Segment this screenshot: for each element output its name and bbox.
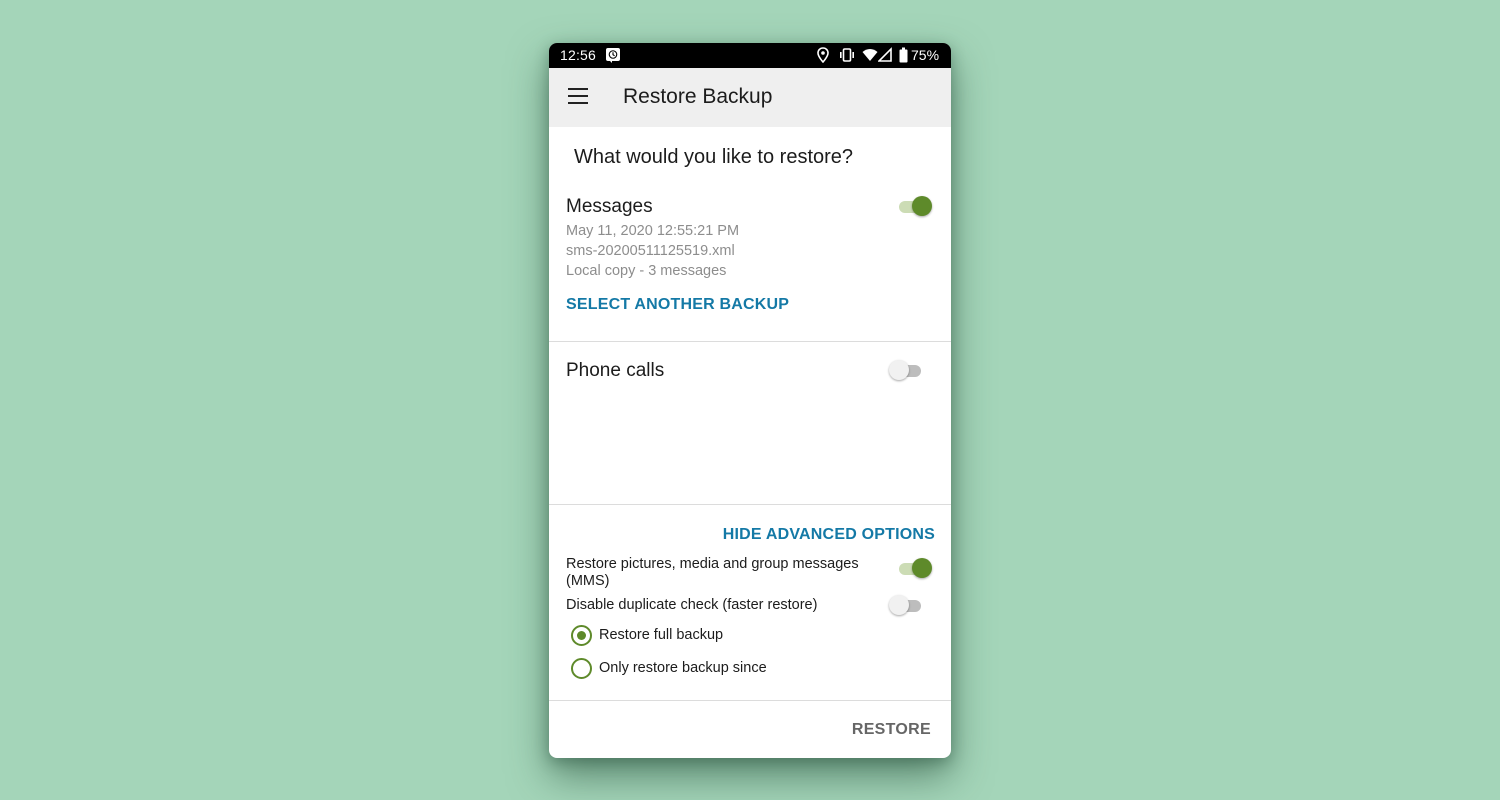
messages-toggle[interactable] xyxy=(897,195,933,217)
phone-calls-toggle[interactable] xyxy=(889,359,925,381)
radio-label: Only restore backup since xyxy=(599,660,767,676)
mms-option-label-line1: Restore pictures, media and group messag… xyxy=(566,556,859,572)
status-time: 12:56 xyxy=(560,47,597,63)
messages-title: Messages xyxy=(566,196,653,217)
restore-question: What would you like to restore? xyxy=(574,146,854,168)
divider xyxy=(549,700,951,701)
status-bar: 12:56 75% xyxy=(549,43,951,68)
phone-screen: 12:56 75% Restore Backup What would you … xyxy=(549,43,951,758)
location-icon xyxy=(817,47,829,66)
app-bar: Restore Backup xyxy=(549,68,951,127)
toggle-thumb xyxy=(912,558,932,578)
toggle-thumb xyxy=(889,360,909,380)
divider xyxy=(549,341,951,342)
toggle-thumb xyxy=(912,196,932,216)
hamburger-menu-icon[interactable] xyxy=(568,88,588,104)
phone-calls-title: Phone calls xyxy=(566,360,665,381)
mms-option-label-line2: (MMS) xyxy=(566,573,610,589)
radio-unselected-icon xyxy=(571,658,592,679)
battery-icon xyxy=(899,47,908,66)
vibrate-icon xyxy=(839,47,855,66)
messages-backup-date: May 11, 2020 12:55:21 PM xyxy=(566,223,740,239)
messages-backup-summary: Local copy - 3 messages xyxy=(566,263,727,279)
wifi-icon xyxy=(862,47,878,66)
alarm-clock-icon xyxy=(605,47,621,66)
radio-label: Restore full backup xyxy=(599,627,724,643)
signal-icon xyxy=(877,47,892,66)
mms-toggle[interactable] xyxy=(897,557,933,579)
duplicate-check-toggle[interactable] xyxy=(889,594,925,616)
restore-button[interactable]: RESTORE xyxy=(852,721,931,739)
radio-selected-icon xyxy=(571,625,592,646)
page-title: Restore Backup xyxy=(623,85,773,108)
toggle-thumb xyxy=(889,595,909,615)
divider xyxy=(549,504,951,505)
battery-percentage: 75% xyxy=(911,47,940,63)
messages-backup-file: sms-20200511125519.xml xyxy=(566,243,735,259)
mms-option-label: Restore pictures, media and group messag… xyxy=(566,556,859,590)
hide-advanced-options-button[interactable]: HIDE ADVANCED OPTIONS xyxy=(723,526,935,544)
duplicate-check-label: Disable duplicate check (faster restore) xyxy=(566,597,818,613)
select-another-backup-button[interactable]: SELECT ANOTHER BACKUP xyxy=(566,296,789,314)
